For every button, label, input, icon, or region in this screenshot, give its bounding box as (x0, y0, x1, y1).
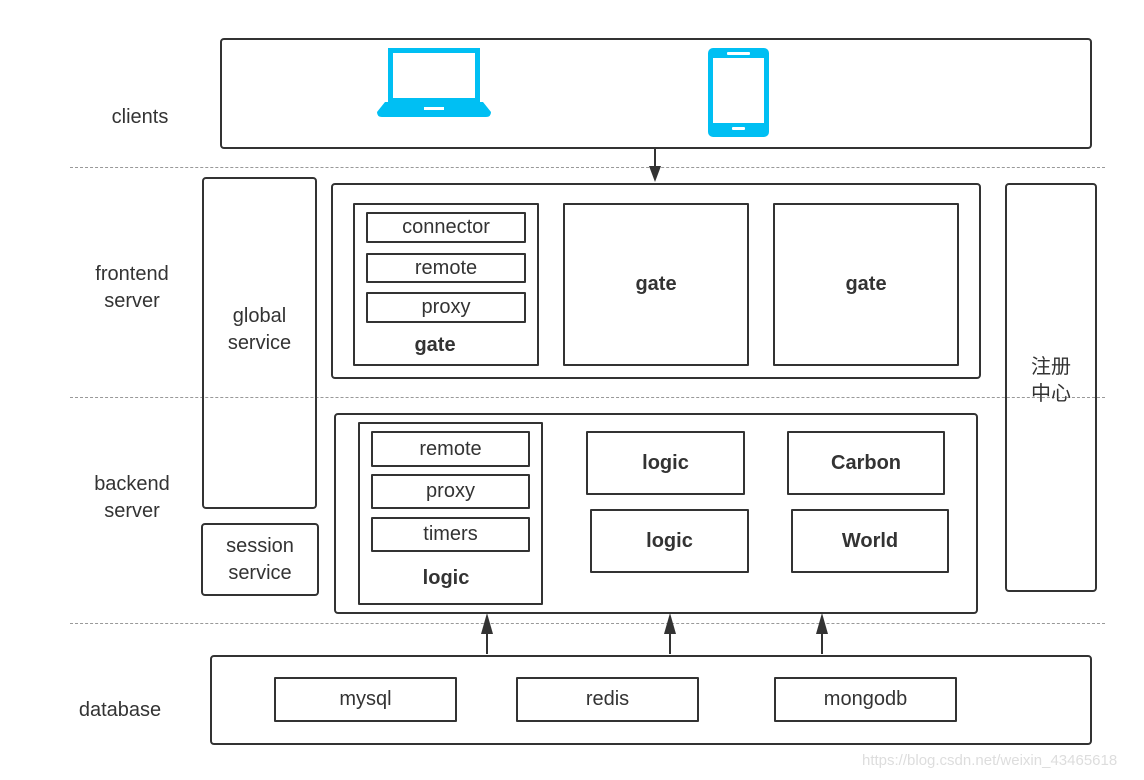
gate-remote: remote (366, 253, 526, 283)
gate-server: gate (563, 203, 749, 366)
carbon-server: Carbon (787, 431, 945, 495)
logic-proxy: proxy (371, 474, 530, 509)
world-server: World (791, 509, 949, 573)
db-mongodb: mongodb (774, 677, 957, 722)
session-service: session service (201, 523, 319, 596)
phone-icon (708, 48, 769, 137)
registry-center: 注册 中心 (1005, 183, 1097, 592)
gate-proxy: proxy (366, 292, 526, 323)
gate-connector: connector (366, 212, 526, 243)
logic-timers: timers (371, 517, 530, 552)
logic-remote: remote (371, 431, 530, 467)
watermark: https://blog.csdn.net/weixin_43465618 (862, 752, 1118, 769)
db-redis: redis (516, 677, 699, 722)
architecture-diagram: clients frontend server backend server d… (0, 0, 1144, 780)
db-mysql: mysql (274, 677, 457, 722)
gate-server: gate (773, 203, 959, 366)
laptop-icon (377, 48, 491, 117)
gate-detail-label: gate (414, 334, 456, 356)
logic-server: logic (590, 509, 749, 573)
logic-server: logic (586, 431, 745, 495)
global-service: global service (202, 177, 317, 509)
logic-detail-label: logic (422, 567, 470, 589)
